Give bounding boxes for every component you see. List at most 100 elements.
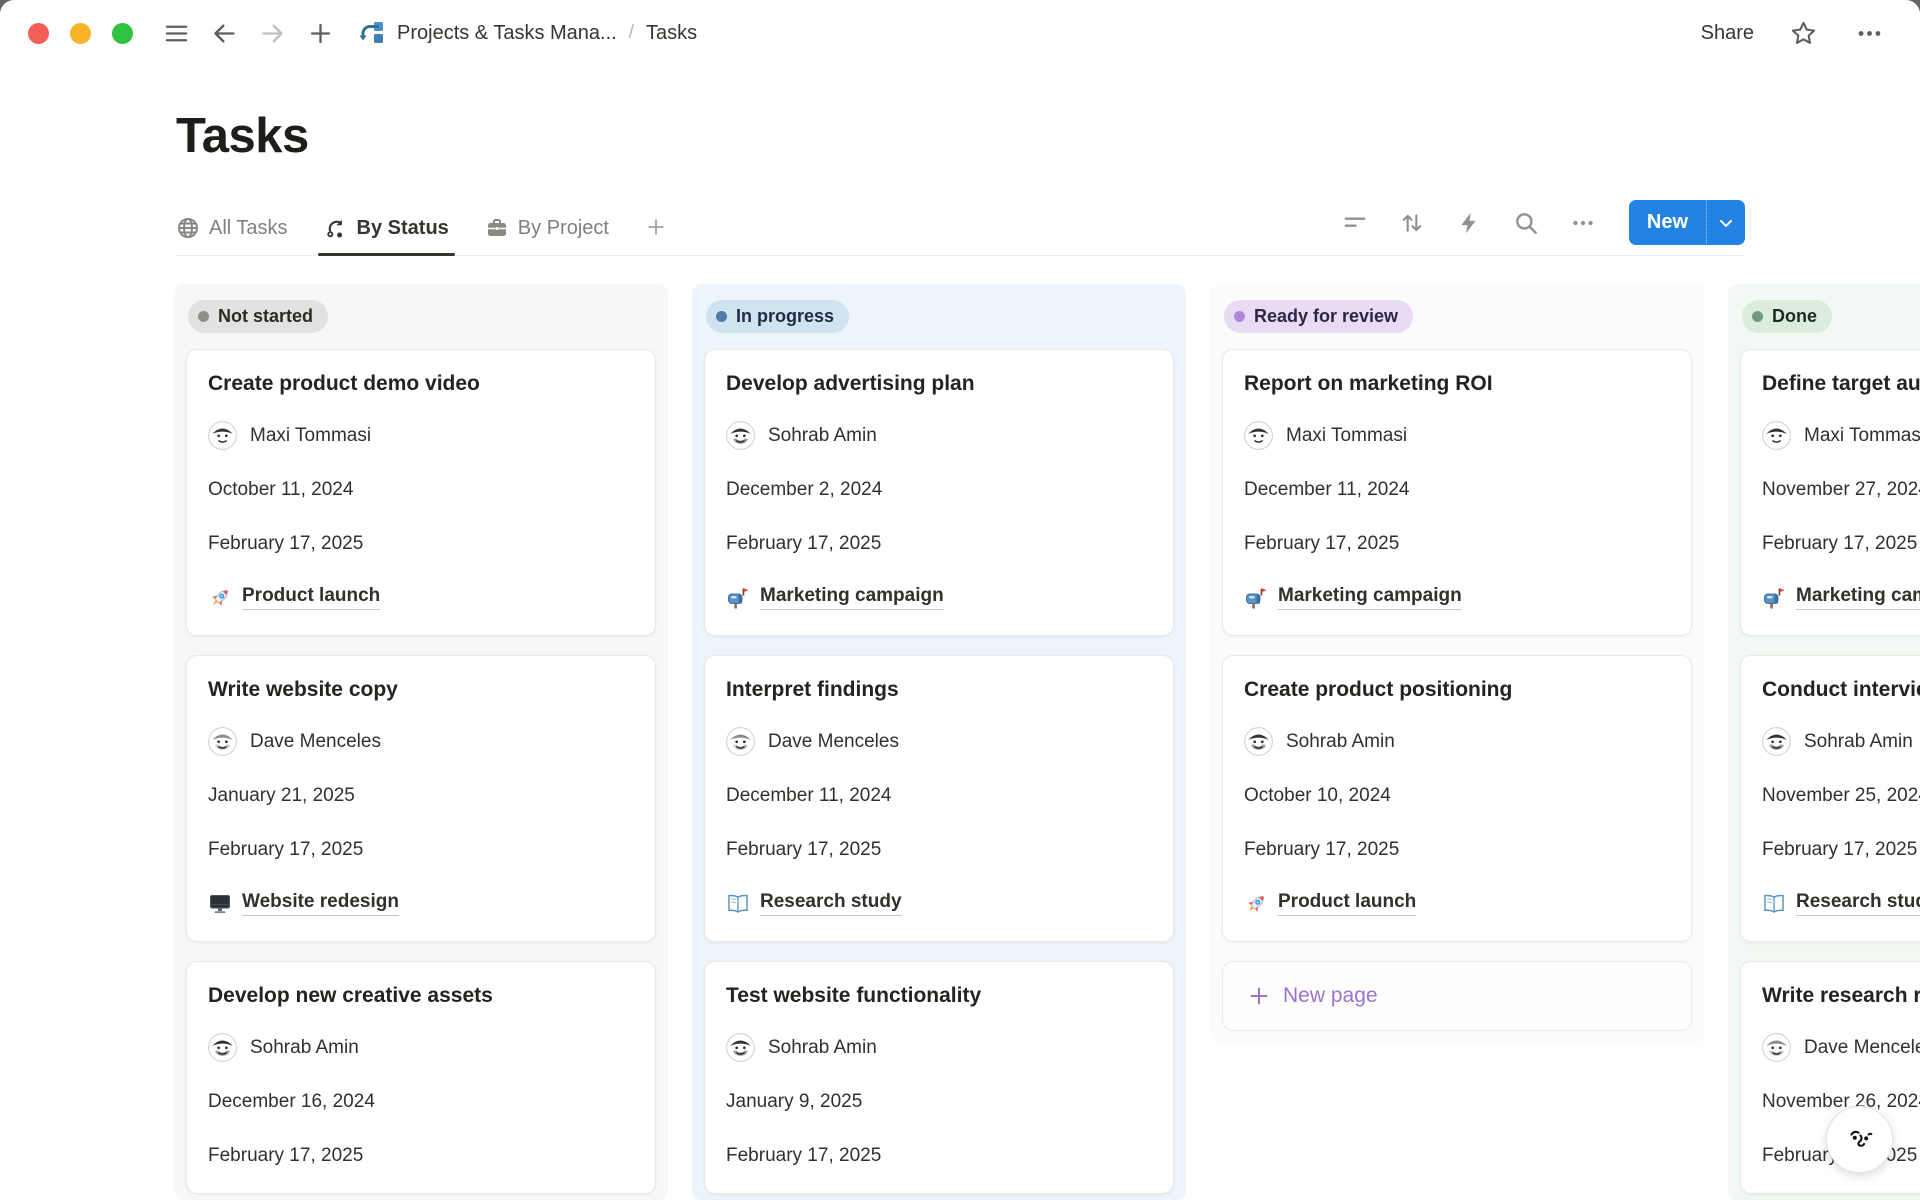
task-card[interactable]: Define target audience Maxi Tommasi Novemb… — [1740, 349, 1920, 636]
task-card[interactable]: Develop advertising planSohrab AminDecem… — [704, 349, 1174, 636]
project-link[interactable]: Research study — [1796, 891, 1920, 916]
new-page-button[interactable]: New page — [1222, 961, 1692, 1031]
date-row: February 17, 2025 — [1244, 529, 1670, 558]
favorite-star-icon[interactable] — [1786, 16, 1820, 50]
mailbox-icon — [1762, 586, 1786, 610]
status-pill-label: Not started — [218, 306, 313, 327]
task-card[interactable]: Interpret findingsDave MencelesDecember … — [704, 655, 1174, 942]
avatar — [1762, 727, 1791, 756]
view-more-icon[interactable] — [1568, 208, 1598, 238]
task-title: Report on marketing ROI — [1244, 372, 1670, 396]
task-title: Conduct interviews — [1762, 678, 1920, 702]
assignee-row: Maxi Tommasi — [1762, 421, 1920, 450]
project-page-icon — [357, 18, 387, 48]
assignee-name: Maxi Tommasi — [1286, 425, 1407, 447]
view-tabs: All Tasks By Status By Project — [176, 216, 667, 255]
assignee-name: Sohrab Amin — [768, 425, 877, 447]
share-button[interactable]: Share — [1701, 22, 1754, 45]
new-button-label[interactable]: New — [1629, 200, 1706, 245]
search-icon[interactable] — [1511, 208, 1541, 238]
assignee-name: Sohrab Amin — [768, 1037, 877, 1059]
minimize-window-button[interactable] — [70, 23, 91, 44]
zoom-window-button[interactable] — [112, 23, 133, 44]
more-options-icon[interactable] — [1852, 16, 1886, 50]
date-row: November 27, 2024 — [1762, 475, 1920, 504]
tab-by-project[interactable]: By Project — [485, 216, 609, 255]
back-icon[interactable] — [207, 16, 241, 50]
status-dot-icon — [716, 311, 727, 322]
forward-icon[interactable] — [255, 16, 289, 50]
assignee-row: Sohrab Amin — [726, 1033, 1152, 1062]
project-link[interactable]: Marketing campaign — [1796, 585, 1920, 610]
project-link[interactable]: Research study — [760, 891, 902, 916]
new-tab-icon[interactable] — [303, 16, 337, 50]
notion-ai-face-icon[interactable] — [1826, 1106, 1893, 1173]
breadcrumb-parent[interactable]: Projects & Tasks Mana... — [397, 22, 617, 45]
mailbox-icon — [726, 586, 750, 610]
board-column-ready-for-review: Ready for review Report on marketing ROI M… — [1210, 284, 1704, 1043]
new-chevron-down-icon[interactable] — [1706, 200, 1745, 245]
task-card[interactable]: Report on marketing ROIMaxi TommasiDecem… — [1222, 349, 1692, 636]
assignee-name: Sohrab Amin — [1804, 731, 1913, 753]
sidebar-menu-icon[interactable] — [159, 16, 193, 50]
assignee-row: Dave Menceles — [208, 727, 634, 756]
avatar — [208, 421, 237, 450]
tab-by-status[interactable]: By Status — [324, 216, 449, 255]
status-pill[interactable]: Not started — [188, 300, 328, 333]
project-link[interactable]: Product launch — [242, 585, 380, 610]
automation-icon[interactable] — [1454, 208, 1484, 238]
assignee-name: Sohrab Amin — [1286, 731, 1395, 753]
task-card[interactable]: Conduct interviewsSohrab AminNovember 25… — [1740, 655, 1920, 942]
filter-icon[interactable] — [1340, 208, 1370, 238]
column-header-in-progress: In progress — [706, 300, 1174, 333]
avatar — [208, 727, 237, 756]
task-title: Define target audience — [1762, 372, 1920, 396]
task-title: Develop advertising plan — [726, 372, 1152, 396]
project-link[interactable]: Website redesign — [242, 891, 399, 916]
date-row: February 17, 2025 — [1244, 835, 1670, 864]
assignee-name: Maxi Tommasi — [250, 425, 371, 447]
date-row: January 9, 2025 — [726, 1087, 1152, 1116]
sort-icon[interactable] — [1397, 208, 1427, 238]
project-row: Marketing campaign — [1762, 583, 1920, 612]
status-pill[interactable]: In progress — [706, 300, 849, 333]
project-link[interactable]: Marketing campaign — [1278, 585, 1462, 610]
view-controls: New — [1340, 200, 1745, 255]
date-row: February 17, 2025 — [208, 529, 634, 558]
task-card[interactable]: Write research reportDave MencelesNovemb… — [1740, 961, 1920, 1194]
date-row: February 17, 2025 — [726, 835, 1152, 864]
task-title: Interpret findings — [726, 678, 1152, 702]
avatar — [1244, 421, 1273, 450]
project-row: Marketing campaign — [726, 583, 1152, 612]
avatar — [726, 727, 755, 756]
tab-label: By Status — [357, 217, 449, 240]
task-card[interactable]: Create product positioningSohrab AminOct… — [1222, 655, 1692, 942]
add-view-icon[interactable] — [645, 216, 667, 255]
assignee-row: Sohrab Amin — [208, 1033, 634, 1062]
task-card[interactable]: Develop new creative assetsSohrab AminDe… — [186, 961, 656, 1194]
board-column-done: Done Define target audience Maxi Tommasi No… — [1728, 284, 1920, 1200]
assignee-row: Maxi Tommasi — [1244, 421, 1670, 450]
project-link[interactable]: Product launch — [1278, 891, 1416, 916]
status-pill[interactable]: Ready for review — [1224, 300, 1413, 333]
task-card[interactable]: Write website copyDave MencelesJanuary 2… — [186, 655, 656, 942]
page-title: Tasks — [176, 108, 1920, 164]
task-card[interactable]: Create product demo videoMaxi TommasiOct… — [186, 349, 656, 636]
tab-all-tasks[interactable]: All Tasks — [176, 216, 288, 255]
project-row: Research study — [726, 889, 1152, 918]
task-title: Develop new creative assets — [208, 984, 634, 1008]
new-button[interactable]: New — [1629, 200, 1745, 245]
breadcrumb-current[interactable]: Tasks — [646, 22, 697, 45]
task-title: Create product positioning — [1244, 678, 1670, 702]
date-row: December 11, 2024 — [726, 781, 1152, 810]
task-card[interactable]: Test website functionality Sohrab Amin Jan… — [704, 961, 1174, 1194]
status-dot-icon — [1752, 311, 1763, 322]
breadcrumb: Projects & Tasks Mana... / Tasks — [357, 18, 697, 48]
project-link[interactable]: Marketing campaign — [760, 585, 944, 610]
status-pill[interactable]: Done — [1742, 300, 1832, 333]
close-window-button[interactable] — [28, 23, 49, 44]
assignee-row: Sohrab Amin — [1762, 727, 1920, 756]
column-header-done: Done — [1742, 300, 1920, 333]
task-title: Test website functionality — [726, 984, 1152, 1008]
globe-icon — [176, 216, 200, 240]
